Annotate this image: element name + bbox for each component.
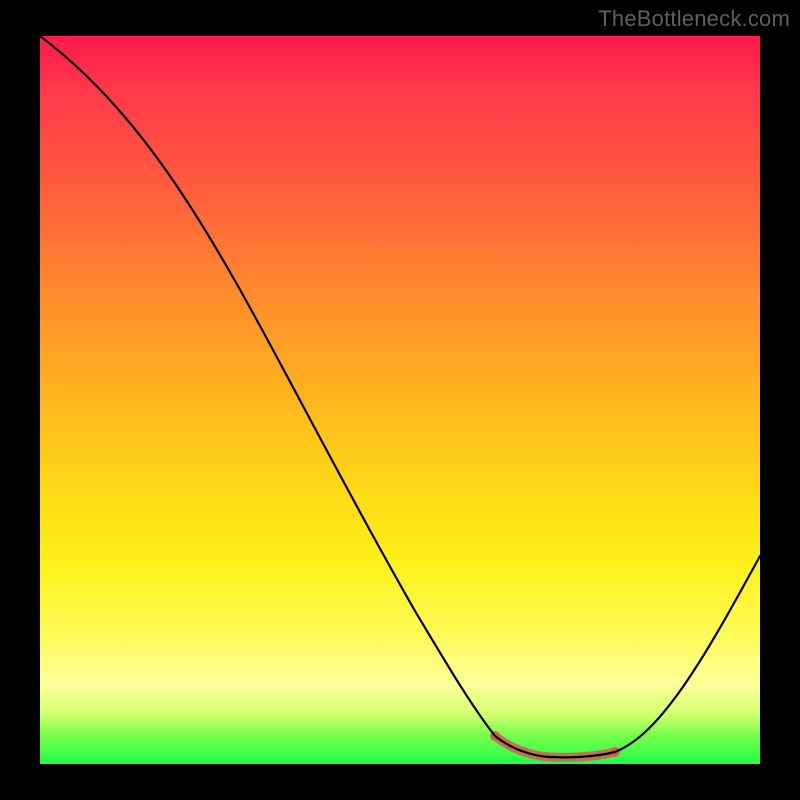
watermark-text: TheBottleneck.com (598, 6, 790, 32)
chart-frame: { "watermark": "TheBottleneck.com", "col… (0, 0, 800, 800)
curve-svg (40, 36, 760, 764)
plot-area (40, 36, 760, 764)
bottleneck-curve (40, 36, 760, 757)
